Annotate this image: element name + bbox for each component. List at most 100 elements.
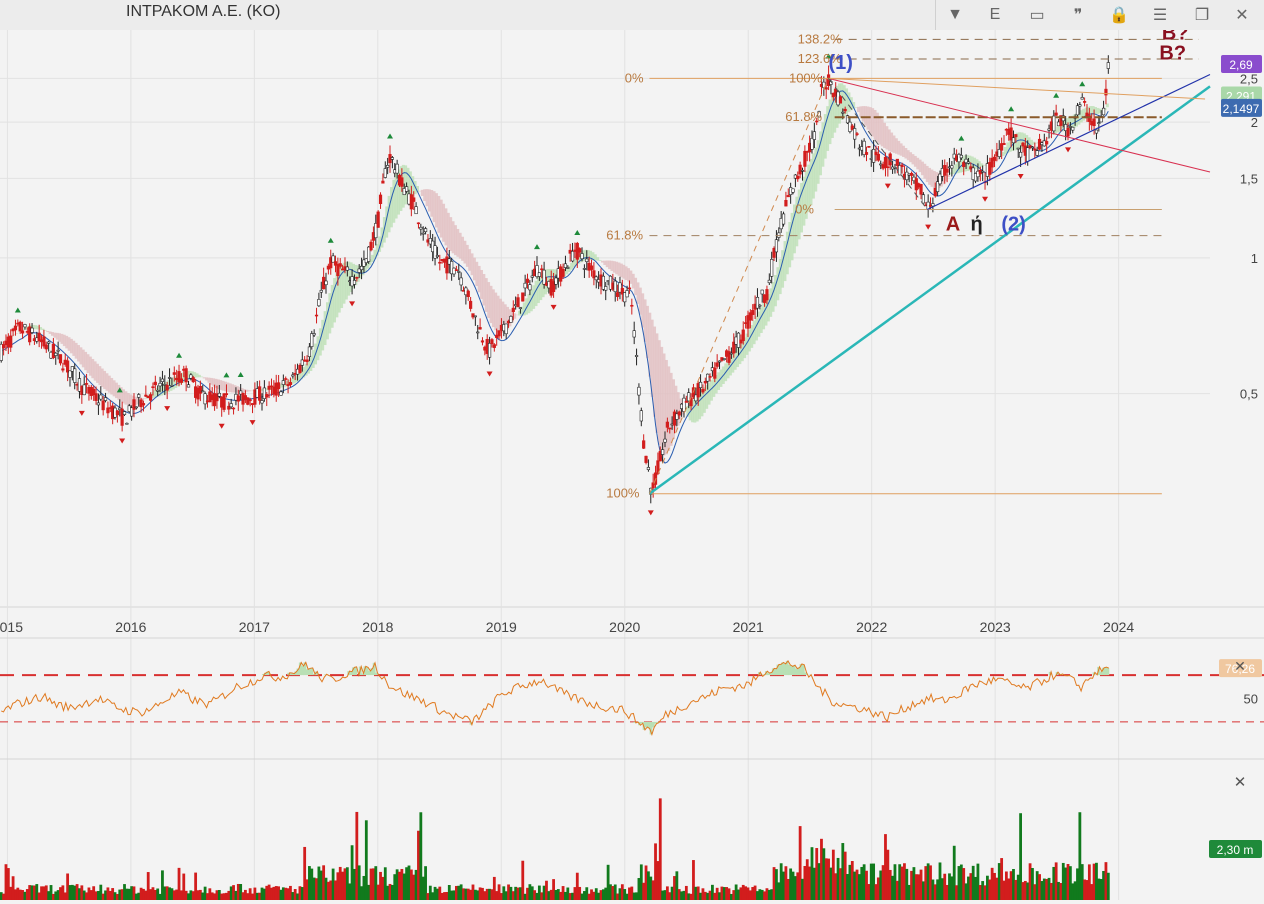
candle-body [755, 297, 760, 309]
last-price-tag: 2,69 [1221, 55, 1262, 74]
candle-body [281, 380, 285, 385]
rsi-close-icon[interactable]: ✕ [1234, 659, 1246, 675]
rsi-line [1, 660, 1109, 737]
candle-body [528, 284, 532, 291]
candle-body [627, 287, 632, 290]
candle-body [390, 157, 394, 160]
candle-body [151, 386, 155, 389]
candle-body [148, 394, 153, 401]
x-tick-label: 2017 [239, 619, 270, 635]
candle-body [867, 146, 871, 148]
x-tick-label: 2016 [115, 619, 146, 635]
candle-body [784, 199, 788, 207]
candle-body [525, 278, 530, 283]
candle-body [582, 268, 587, 270]
elliott-wave-label: (2) [1001, 213, 1025, 235]
candle-body [279, 391, 283, 396]
volume-value-tag: 2,30 m [1209, 840, 1262, 858]
y-tick-label: 1 [1251, 251, 1258, 266]
candle-body [310, 333, 314, 347]
last-price-tag-text: 2,69 [1229, 58, 1253, 72]
candle-body [457, 271, 461, 273]
candle-body [324, 280, 328, 286]
candle-body [170, 385, 174, 387]
candle-body [864, 152, 869, 155]
candle-body [288, 382, 293, 386]
chart-area[interactable]: 2015 2016 2017 2018 2019 2020 2021 2022 2023 2024… [0, 30, 1264, 904]
candle-body [962, 162, 966, 168]
volume-close-icon[interactable]: ✕ [1234, 773, 1247, 791]
candle-body [1106, 62, 1110, 69]
candle-body [378, 194, 383, 205]
candle-body [416, 222, 421, 225]
candle-body [909, 172, 914, 176]
candle-body [703, 381, 707, 384]
candle-body [459, 277, 463, 286]
menu-button[interactable]: ☰ [1140, 0, 1180, 30]
candle-body [642, 440, 646, 449]
candle-body [478, 327, 482, 330]
comment-button[interactable]: ❞ [1058, 0, 1098, 30]
candle-body [959, 154, 963, 159]
candle-body [314, 314, 319, 317]
volume-bar [1106, 872, 1110, 900]
candle-body [876, 153, 880, 161]
panel-layout-button[interactable]: ▭ [1017, 0, 1057, 30]
candle-body [708, 376, 712, 378]
rsi-panel: 5076,26✕ [0, 637, 1264, 737]
ichimoku-cloud-segment [143, 398, 147, 400]
ichimoku-cloud-segment [41, 328, 45, 331]
candle-body [312, 333, 316, 336]
elliott-wave-label: B? [1159, 43, 1186, 65]
candle-body [919, 183, 923, 195]
candle-body [791, 188, 795, 193]
candle-body [198, 386, 202, 394]
candle-body [713, 367, 717, 379]
candle-body [905, 171, 909, 181]
candle-body [386, 165, 390, 168]
fib-level-label: 100% [789, 70, 823, 85]
candle-body [369, 241, 373, 251]
candle-body [1030, 146, 1035, 149]
candle-body [615, 292, 620, 297]
candle-body [13, 325, 18, 331]
candle-body [540, 268, 544, 271]
lock-button[interactable]: 🔒 [1099, 0, 1139, 30]
candle-body [665, 421, 669, 428]
candle-body [1026, 147, 1030, 162]
fib-level-label: 138.2% [798, 31, 843, 46]
collapse-dropdown-button[interactable]: ▼ [935, 0, 975, 30]
candle-body [570, 251, 575, 262]
candle-body [305, 359, 309, 362]
candle-body [338, 263, 342, 267]
candle-body [184, 368, 188, 383]
candle-body [141, 403, 146, 406]
candle-body [476, 331, 480, 334]
e-button[interactable]: E [975, 0, 1015, 30]
candle-body [291, 374, 295, 377]
elliott-wave-label: (1) [828, 52, 852, 74]
candle-body [810, 138, 814, 150]
candle-body [1002, 143, 1006, 145]
y-tick-label: 2 [1251, 115, 1258, 130]
fib-level-label: 61.8% [606, 228, 643, 243]
candle-body [1080, 97, 1084, 100]
candle-body [260, 400, 264, 404]
candle-body [103, 397, 108, 401]
x-tick-label: 2015 [0, 619, 23, 635]
restore-window-button[interactable]: ❐ [1182, 0, 1222, 30]
candle-body [492, 344, 496, 348]
candle-body [613, 280, 617, 293]
candle-body [414, 206, 418, 215]
candle-body [229, 403, 233, 408]
candle-body [509, 316, 513, 323]
candle-body [490, 339, 494, 345]
candle-body [317, 298, 321, 307]
candle-body [172, 372, 176, 375]
candle-body [537, 272, 541, 277]
candle-body [1016, 147, 1020, 150]
candle-body [625, 290, 629, 298]
candle-body [1097, 122, 1101, 124]
close-window-button[interactable]: ✕ [1222, 0, 1262, 30]
candle-body [872, 149, 876, 163]
